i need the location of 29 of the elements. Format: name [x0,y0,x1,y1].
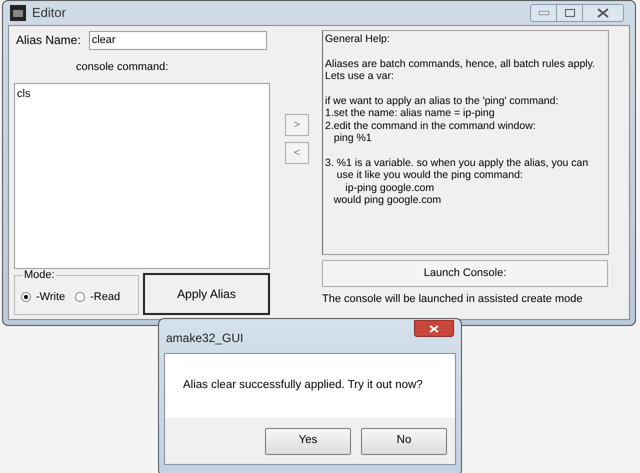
close-button[interactable] [414,320,454,337]
minimize-icon [538,11,548,15]
mode-radio[interactable]: -Write [21,288,66,305]
move-button[interactable]: < [285,142,309,164]
status-text: The console will be launched in assisted create mode [322,292,584,307]
close-button[interactable] [583,5,623,21]
dialog-message: Alias clear successfully applied. Try it out now? [183,378,423,394]
close-icon [597,8,609,18]
console-command-label: console command: [76,60,170,75]
maximize-button[interactable] [557,5,583,21]
alias-name-label: Alias Name: [16,32,81,49]
help-text: General Help: Aliases are batch commands, hence, all batch rules apply. Lets use a var: if we want to apply an alias to the 'ping' command: 1.set the name: alias name = ip-ping 2.edit the command in the command window: ping %1 3. %1 is a variable. so when you apply the alias, you can use it like you would the ping command: ip-ping google.com would ping google.com [322,30,609,255]
launch-console-button[interactable]: Launch Console: [322,260,608,287]
window-title: Editor [32,4,66,22]
dialog-button[interactable]: Yes [265,428,351,454]
mode-radio[interactable]: -Read [75,288,120,305]
dialog-button[interactable]: No [361,428,447,454]
app-icon [10,5,26,21]
dialog-title: amake32_GUI [166,330,244,347]
alias-name-field[interactable]: clear [88,30,267,50]
minimize-button[interactable] [531,5,557,21]
radio-icon [75,292,86,302]
move-button[interactable]: > [285,114,309,136]
console-command-field[interactable]: cls [14,82,270,268]
mode-label: Mode: [23,268,56,280]
apply-alias-button[interactable]: Apply Alias [143,272,270,314]
maximize-icon [564,9,574,17]
close-icon [429,324,439,332]
radio-icon [21,292,31,302]
